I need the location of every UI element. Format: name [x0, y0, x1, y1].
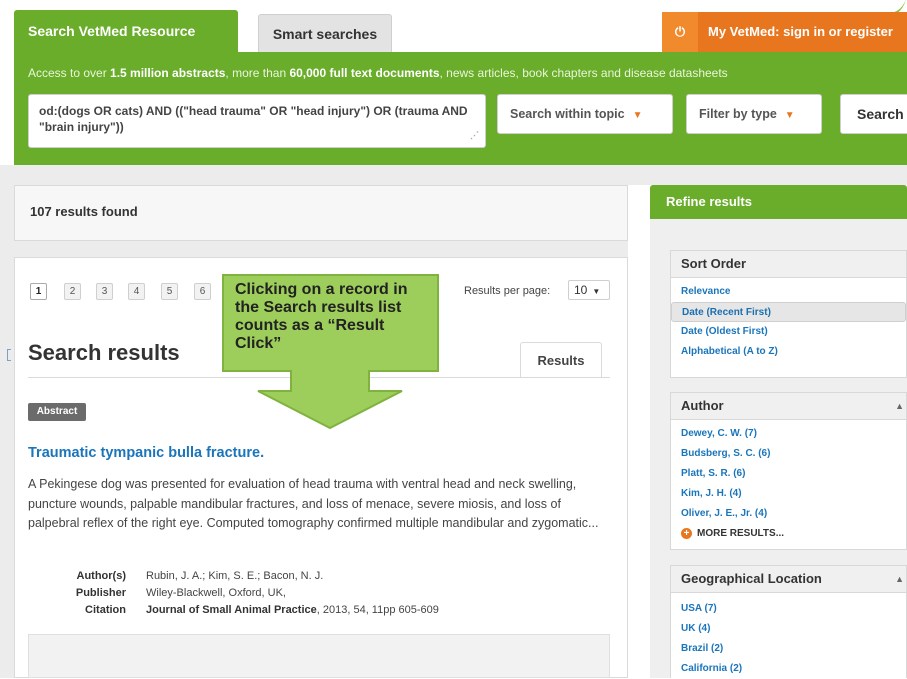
geo-item[interactable]: UK (4) [671, 619, 906, 639]
tab-search-vetmed[interactable]: Search VetMed Resource [14, 10, 238, 52]
citation-value: Journal of Small Animal Practice, 2013, … [146, 604, 439, 616]
page-3[interactable]: 3 [96, 283, 113, 300]
author-item[interactable]: Oliver, J. E., Jr. (4) [671, 504, 906, 524]
results-count: 107 results found [30, 204, 138, 219]
authors-value: Rubin, J. A.; Kim, S. E.; Bacon, N. J. [146, 570, 324, 582]
publisher-value: Wiley-Blackwell, Oxford, UK, [146, 587, 286, 599]
power-icon: ⏻ [662, 12, 698, 52]
authors-label: Author(s) [76, 570, 127, 582]
author-item[interactable]: Budsberg, S. C. (6) [671, 444, 906, 464]
search-query-input[interactable]: od:(dogs OR cats) AND (("head trauma" OR… [28, 94, 486, 148]
filter-by-type-select[interactable]: Filter by type ▼ [686, 94, 822, 134]
sort-date-oldest[interactable]: Date (Oldest First) [671, 322, 906, 342]
search-button[interactable]: Search [840, 94, 907, 134]
separator [0, 165, 907, 185]
plus-circle-icon: + [681, 528, 692, 539]
author-facet-box: Author ▲ Dewey, C. W. (7) Budsberg, S. C.… [670, 392, 907, 550]
sort-order-title: Sort Order [671, 251, 906, 278]
geo-item[interactable]: USA (7) [671, 599, 906, 619]
author-item[interactable]: Kim, J. H. (4) [671, 484, 906, 504]
geo-facet-box: Geographical Location ▲ USA (7) UK (4) Br… [670, 565, 907, 678]
page-2[interactable]: 2 [64, 283, 81, 300]
geo-item[interactable]: California (2) [671, 659, 906, 679]
page-gutter [0, 185, 14, 678]
geo-facet-title[interactable]: Geographical Location ▲ [671, 566, 906, 593]
type-badge: Abstract [28, 403, 86, 421]
refine-header: Refine results [650, 185, 907, 219]
sort-order-box: Sort Order Relevance Date (Recent First)… [670, 250, 907, 378]
geo-item[interactable]: Brazil (2) [671, 639, 906, 659]
search-within-topic-select[interactable]: Search within topic ▼ [497, 94, 673, 134]
chevron-up-icon: ▲ [895, 574, 904, 584]
more-results-button[interactable]: + MORE RESULTS... [671, 524, 906, 544]
author-item[interactable]: Dewey, C. W. (7) [671, 424, 906, 444]
page-4[interactable]: 4 [128, 283, 145, 300]
myvetmed-signin-button[interactable]: ⏻ My VetMed: sign in or register [662, 12, 907, 52]
callout-text: Clicking on a record in the Search resul… [235, 281, 408, 352]
access-summary: Access to over 1.5 million abstracts, mo… [28, 66, 728, 80]
page-1[interactable]: 1 [30, 283, 47, 300]
next-result-placeholder [28, 634, 610, 678]
result-snippet[interactable]: A Pekingese dog was presented for evalua… [28, 475, 610, 534]
page-5[interactable]: 5 [161, 283, 178, 300]
chevron-down-icon: ▼ [632, 110, 643, 121]
author-facet-title[interactable]: Author ▲ [671, 393, 906, 420]
separator [14, 241, 628, 257]
result-title-link[interactable]: Traumatic tympanic bulla fracture. [28, 445, 264, 461]
chevron-down-icon: ▼ [784, 110, 795, 121]
tab-results[interactable]: Results [520, 342, 602, 378]
search-query-text: od:(dogs OR cats) AND (("head trauma" OR… [39, 104, 468, 134]
sort-relevance[interactable]: Relevance [671, 282, 906, 302]
sort-date-recent[interactable]: Date (Recent First) [671, 302, 906, 322]
author-item[interactable]: Platt, S. R. (6) [671, 464, 906, 484]
edge-marker [7, 349, 11, 361]
citation-label: Citation [85, 604, 126, 616]
chevron-down-icon: ▼ [592, 287, 601, 296]
publisher-label: Publisher [75, 587, 126, 599]
chevron-up-icon: ▲ [895, 401, 904, 411]
page-6[interactable]: 6 [194, 283, 211, 300]
tab-smart-searches[interactable]: Smart searches [258, 14, 392, 52]
results-per-page-select[interactable]: 10 ▼ [568, 280, 610, 300]
results-per-page-label: Results per page: [464, 285, 551, 297]
myvetmed-label: My VetMed: sign in or register [708, 24, 893, 39]
resize-grip-icon[interactable]: ⋰ [470, 127, 479, 143]
sort-alphabetical[interactable]: Alphabetical (A to Z) [671, 342, 906, 362]
page-title: Search results [28, 340, 180, 365]
